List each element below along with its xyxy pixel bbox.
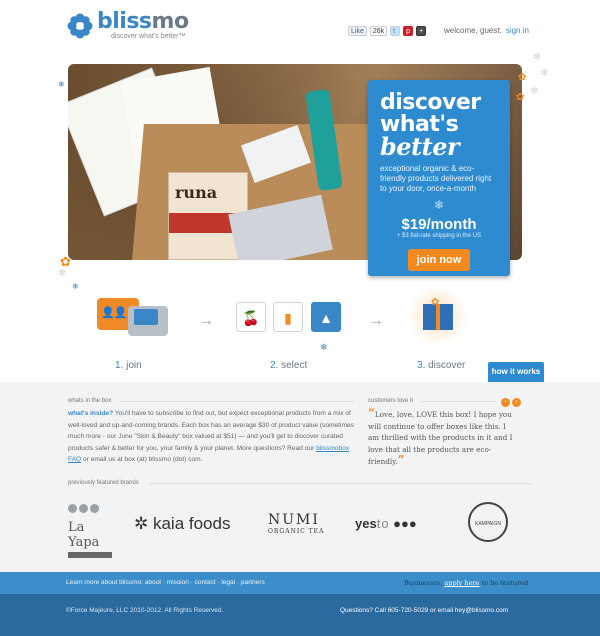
brand-numi-logo: NUMI ORGANIC TEA	[268, 512, 325, 535]
blissmo-logo[interactable]: blissmo discover what's better™	[67, 11, 189, 41]
lipstick-product-icon: ▮	[273, 302, 303, 332]
share-icon[interactable]: +	[416, 26, 427, 36]
snowflake-icon: ❄	[58, 268, 67, 279]
customers-label: customers love it	[368, 398, 414, 404]
brands-label: previously featured brands	[68, 480, 139, 486]
facebook-like-button[interactable]: Like	[348, 26, 367, 36]
flower-icon: ✿	[516, 92, 525, 103]
promo-card: discover what's better exceptional organ…	[368, 80, 510, 276]
snowflake-icon: ❄	[530, 86, 539, 97]
contact-info: Questions? Call 605-720-5029 or email he…	[340, 607, 509, 614]
customer-quote: “Love, love, LOVE this box! I hope you w…	[368, 406, 513, 467]
flower-icon: ✿	[518, 72, 527, 83]
prev-quote-button[interactable]: ‹	[501, 398, 510, 407]
welcome-text: welcome, guest:	[444, 26, 502, 35]
arrow-right-icon: →	[368, 312, 384, 329]
in-the-box-label: whats in the box	[68, 398, 112, 404]
twitter-icon[interactable]: t	[390, 26, 401, 36]
logo-wordmark: blissmo	[97, 9, 189, 34]
pinterest-icon[interactable]: p	[403, 26, 414, 36]
social-buttons: Like 26k t p +	[348, 26, 427, 36]
brand-yesto-logo: yesto ●●●	[355, 516, 417, 531]
close-quote-icon: ”	[397, 453, 405, 467]
in-the-box-text: what's inside? You'll have to subscribe …	[68, 410, 354, 463]
step-join: 1. join	[115, 360, 142, 371]
sign-in-link[interactable]: sign in	[506, 26, 529, 35]
open-quote-icon: “	[368, 406, 375, 420]
shipping-note: + $3 flat-rate shipping in the US	[396, 233, 482, 239]
flower-logo-icon	[67, 13, 93, 39]
price: $19/month	[401, 216, 477, 233]
like-count: 26k	[369, 26, 388, 36]
hero-headline: discover what's better	[380, 90, 481, 161]
brand-kampaign-logo: KAMPAIGN	[468, 502, 508, 542]
step-select: 2. select	[270, 360, 308, 371]
snowflake-icon: ❄	[540, 68, 549, 79]
arrow-right-icon: →	[198, 312, 214, 329]
apply-here-link[interactable]: apply here	[444, 579, 479, 587]
business-apply: Businesses, apply here to be featured	[404, 579, 529, 587]
screen-icon	[134, 309, 158, 325]
spray-product-icon: ▲	[311, 302, 341, 332]
next-quote-button[interactable]: ›	[512, 398, 521, 407]
snowflake-icon: ❄	[320, 342, 328, 352]
brand-kaia-logo: ✲ kaia foods	[134, 514, 231, 533]
gift-box-icon: ✿	[423, 297, 453, 330]
footer-links-bar: Learn more about blissmo: about · missio…	[0, 572, 600, 594]
snowflake-icon: ❄	[58, 80, 65, 89]
join-now-button[interactable]: join now	[408, 249, 470, 271]
featured-brands: La Yapa ✲ kaia foods NUMI ORGANIC TEA yes…	[68, 494, 532, 558]
brand-layapa-logo: La Yapa	[68, 500, 114, 558]
footer-bottom-bar: ©Force Majeure, LLC 2010-2012. All Right…	[0, 594, 600, 636]
site-header: blissmo discover what's better™ Like 26k…	[0, 0, 600, 48]
how-it-works-tab[interactable]: how it works	[488, 362, 544, 382]
logo-tagline: discover what's better™	[111, 33, 186, 40]
welcome-message: welcome, guest: sign in	[444, 26, 529, 35]
snowflake-icon: ❄	[433, 198, 445, 212]
footer-learn-links[interactable]: Learn more about blissmo: about · missio…	[66, 579, 265, 586]
cherry-product-icon: 🍒	[236, 302, 266, 332]
whats-inside-heading: what's inside?	[68, 410, 114, 417]
snowflake-icon: ❄	[533, 52, 542, 63]
step-discover: 3. discover	[417, 360, 466, 371]
hero-description: exceptional organic & eco-friendly produ…	[380, 164, 492, 193]
copyright: ©Force Majeure, LLC 2010-2012. All Right…	[66, 607, 224, 614]
